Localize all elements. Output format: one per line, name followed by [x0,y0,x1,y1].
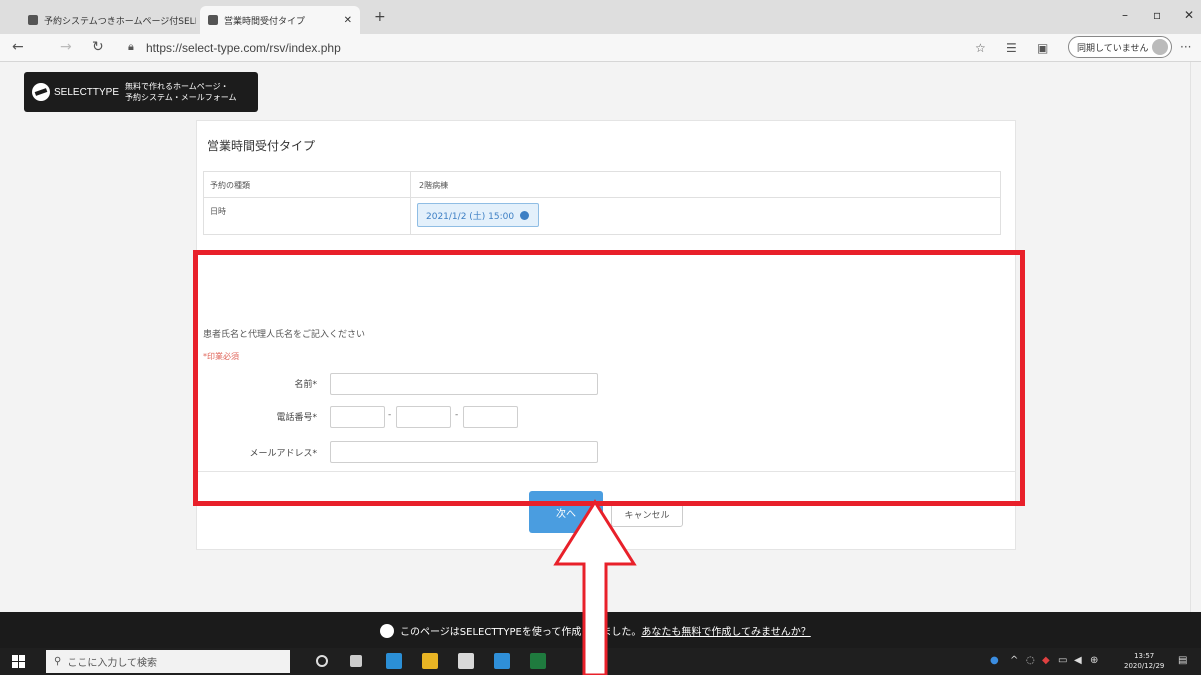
site-favicon-icon [208,15,218,25]
tab-label: 予約システムつきホームページ付SELEC [44,16,196,27]
highlight-box [193,250,1025,506]
close-tab-icon[interactable]: ✕ [340,15,352,26]
selecttype-logo[interactable]: SELECTTYPE 無料で作れるホームページ・ 予約システム・メールフォーム [24,72,258,112]
page-title: 営業時間受付タイプ [207,139,316,153]
logo-tagline: 無料で作れるホームページ・ 予約システム・メールフォーム [125,82,237,102]
reservation-type-value: 2階病棟 [419,181,449,190]
refresh-icon[interactable]: ↻ [92,39,104,55]
notifications-icon[interactable]: ▤ [1178,655,1187,666]
table-row: 日時 2021/1/2 (土) 15:00 [204,198,1000,234]
cortana-icon[interactable] [316,655,328,667]
url-field[interactable]: https://select-type.com/rsv/index.php [146,41,341,55]
datetime-chip[interactable]: 2021/1/2 (土) 15:00 [417,203,539,227]
close-window-icon[interactable]: ✕ [1184,8,1194,22]
display-icon[interactable]: ▭ [1058,655,1067,666]
datetime-value-cell: 2021/1/2 (土) 15:00 [411,198,1000,234]
browser-tab-strip: 予約システムつきホームページ付SELEC ✕ 営業時間受付タイプ ✕ + – ▫… [0,0,1201,34]
tab-select-type-home[interactable]: 予約システムつきホームページ付SELEC ✕ [20,6,196,34]
more-menu-icon[interactable]: ··· [1180,40,1191,54]
windows-start-icon[interactable] [12,655,25,668]
chevron-circle-icon [520,210,530,220]
clock-time: 13:57 [1134,652,1155,660]
forward-icon[interactable]: → [60,39,72,55]
volume-icon[interactable]: ◀ [1074,655,1082,666]
new-tab-icon[interactable]: + [374,9,386,25]
logo-brand: SELECTTYPE [54,86,120,98]
excel-icon[interactable] [530,653,546,669]
search-icon: ⚲ [54,656,62,667]
address-bar: ← → ↻ 🔒︎ https://select-type.com/rsv/ind… [0,34,1201,62]
selecttype-logo-icon [32,83,50,101]
maximize-icon[interactable]: ▫ [1153,8,1161,22]
profile-label: 同期していません [1077,43,1149,54]
tab-label: 営業時間受付タイプ [224,16,306,27]
minimize-icon[interactable]: – [1122,8,1128,22]
page-scrollbar[interactable] [1190,62,1201,612]
datetime-label: 日時 [204,198,411,234]
ime-icon[interactable]: ⊕ [1090,655,1098,666]
back-icon[interactable]: ← [12,39,24,55]
reservation-summary-table: 予約の種類 2階病棟 日時 2021/1/2 (土) 15:00 [203,171,1001,235]
security-icon[interactable]: ◆ [1042,655,1050,666]
mail-icon[interactable] [494,653,510,669]
site-favicon-icon [28,15,38,25]
chevron-up-icon[interactable]: ^ [1010,655,1018,666]
selecttype-logo-icon [380,623,394,638]
search-placeholder: ここに入力して検索 [67,658,158,669]
avatar [1152,39,1168,55]
store-icon[interactable] [458,653,474,669]
lock-icon: 🔒︎ [128,40,134,53]
collections-icon[interactable]: ▣ [1037,41,1048,55]
network-icon[interactable]: ◌ [1026,655,1035,666]
favorites-list-icon[interactable]: ☰ [1006,41,1017,55]
clock-date: 2020/12/29 [1124,662,1165,670]
datetime-text: 2021/1/2 (土) 15:00 [426,211,515,222]
edge-icon[interactable] [386,653,402,669]
file-explorer-icon[interactable] [422,653,438,669]
task-view-icon[interactable] [350,655,362,667]
help-icon[interactable]: ● [990,655,999,666]
taskbar-clock[interactable]: 13:57 2020/12/29 [1124,651,1164,671]
profile-button[interactable]: 同期していません [1068,36,1172,58]
promo-link[interactable]: あなたも無料で作成してみませんか？ [641,623,810,638]
favorite-star-icon[interactable]: ☆ [975,41,986,55]
arrow-up-icon [553,499,637,675]
tab-business-hours[interactable]: 営業時間受付タイプ ✕ [200,6,360,34]
table-row: 予約の種類 2階病棟 [204,172,1000,198]
reservation-type-label: 予約の種類 [204,172,411,197]
taskbar-search-input[interactable]: ⚲ ここに入力して検索 [46,650,290,673]
